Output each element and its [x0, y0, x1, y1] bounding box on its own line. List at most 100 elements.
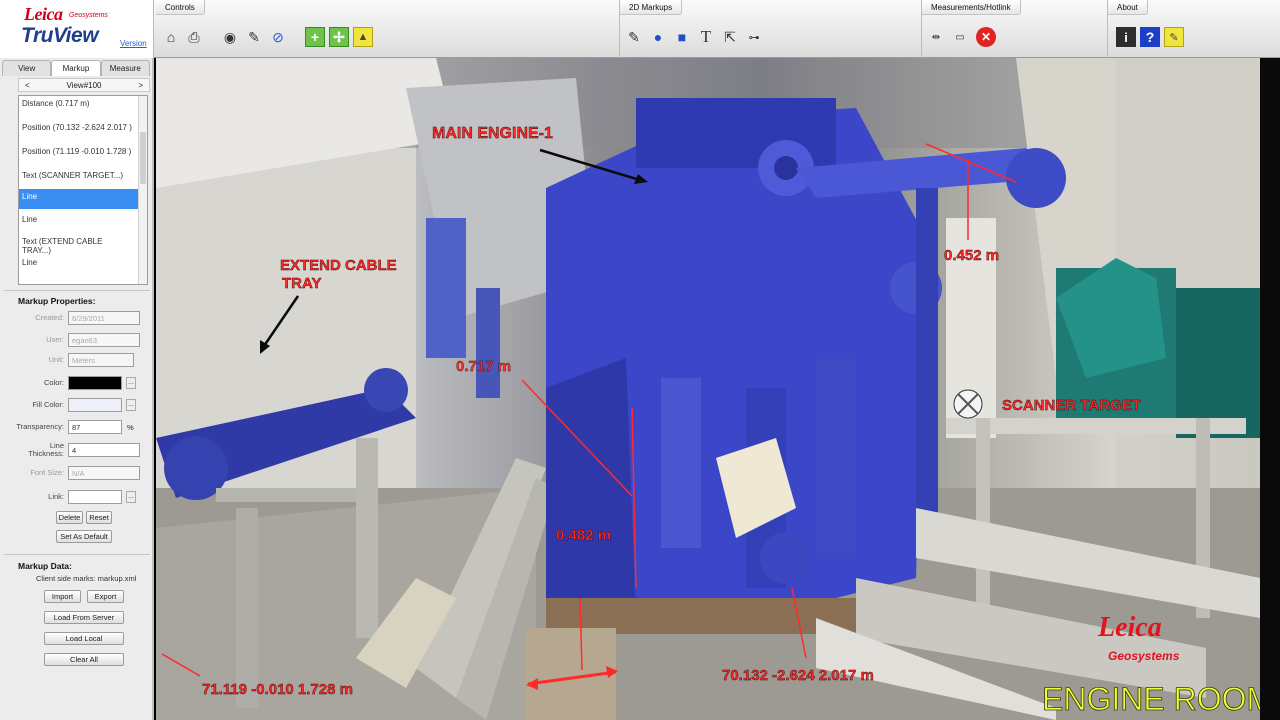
rectangle-icon[interactable]: ■: [672, 27, 692, 47]
markup-properties-title: Markup Properties:: [18, 296, 96, 306]
user-label: User:: [46, 335, 64, 344]
thickness-label: Line Thickness:: [28, 441, 64, 458]
unit-select[interactable]: Meters: [68, 353, 134, 367]
transparency-label: Transparency:: [16, 422, 64, 431]
ellipse-icon[interactable]: ●: [648, 27, 668, 47]
list-item[interactable]: Text (SCANNER TARGET...): [19, 159, 147, 183]
link-browse-button[interactable]: …: [126, 491, 136, 503]
position-left-label[interactable]: 71.119 -0.010 1.728 m: [202, 681, 353, 698]
color-swatch[interactable]: [68, 376, 122, 390]
leica-brand-text: Leica: [24, 4, 63, 24]
list-item[interactable]: Position (70.132 -2.624 2.017 ): [19, 111, 147, 135]
home-icon[interactable]: ⌂: [161, 27, 181, 47]
prev-view-button[interactable]: <: [19, 81, 36, 90]
list-item[interactable]: Line: [19, 209, 147, 227]
tab-view[interactable]: View: [2, 60, 52, 76]
edit-icon[interactable]: ✎: [244, 27, 264, 47]
link-icon[interactable]: ⇱: [720, 27, 740, 47]
import-button[interactable]: Import: [44, 590, 81, 603]
reset-button[interactable]: Reset: [86, 511, 112, 524]
app-logo: Leica Geosystems TruView Version: [0, 0, 154, 58]
measurements-title: Measurements/Hotlink: [922, 0, 1021, 15]
help-icon[interactable]: ?: [1140, 27, 1160, 47]
fill-color-picker-button[interactable]: …: [126, 399, 136, 411]
link-label: Link:: [48, 492, 64, 501]
markups-group: 2D Markups ✎ ● ■ T ⇱ ⊶: [620, 0, 922, 58]
distance-0717-label[interactable]: 0.717 m: [456, 358, 511, 375]
about-group: About i ? ✎: [1108, 0, 1280, 58]
list-item[interactable]: Distance (0.717 m): [19, 96, 147, 111]
tray-label[interactable]: TRAY: [282, 275, 322, 292]
fill-color-swatch[interactable]: [68, 398, 122, 412]
load-local-button[interactable]: Load Local: [44, 632, 124, 645]
extend-cable-label[interactable]: EXTEND CABLE: [280, 257, 397, 274]
engine-room-caption: ENGINE ROOM: [1042, 681, 1260, 717]
user-field: egan63: [68, 333, 140, 347]
zoom-in-icon[interactable]: +: [305, 27, 325, 47]
divider: [4, 290, 150, 291]
thickness-row: Line Thickness: 4: [8, 442, 148, 458]
distance-0482-label[interactable]: 0.482 m: [556, 527, 611, 544]
delete-button[interactable]: Delete: [56, 511, 83, 524]
lock-icon[interactable]: ▲: [353, 27, 373, 47]
list-item[interactable]: Position (71.119 -0.010 1.728 ): [19, 135, 147, 159]
measurements-group: Measurements/Hotlink ⇹ ▭ ✕: [922, 0, 1108, 58]
fill-color-row: Fill Color: …: [8, 397, 148, 413]
zoom-fit-icon[interactable]: ✢: [329, 27, 349, 47]
controls-title: Controls: [156, 0, 205, 15]
tab-measure[interactable]: Measure: [100, 60, 150, 76]
main-engine-label[interactable]: MAIN ENGINE-1: [432, 125, 553, 142]
sidebar-tabs: View Markup Measure: [2, 60, 150, 76]
transparency-unit: %: [127, 422, 134, 432]
clear-all-button[interactable]: Clear All: [44, 653, 124, 666]
next-view-button[interactable]: >: [132, 81, 149, 90]
fill-color-label: Fill Color:: [32, 400, 64, 409]
markup-list[interactable]: Distance (0.717 m) Position (70.132 -2.6…: [18, 95, 148, 285]
divider: [4, 554, 150, 555]
measure-icon[interactable]: ▭: [950, 27, 970, 47]
product-name: TruView: [21, 24, 99, 47]
panorama-viewport[interactable]: MAIN ENGINE-1 EXTEND CABLE TRAY 0.717 m …: [156, 58, 1260, 720]
markup-sidebar: View Markup Measure < View#100 > Distanc…: [0, 58, 154, 720]
export-button[interactable]: Export: [87, 590, 124, 603]
clear-icon[interactable]: ✕: [976, 27, 996, 47]
eye-icon[interactable]: ◉: [220, 27, 240, 47]
thickness-input[interactable]: 4: [68, 443, 140, 457]
view-label: View#100: [66, 80, 102, 90]
distance-icon[interactable]: ⇹: [926, 27, 946, 47]
version-link[interactable]: Version: [120, 39, 147, 48]
list-scrollbar[interactable]: [138, 96, 147, 284]
info-icon[interactable]: i: [1116, 27, 1136, 47]
list-item[interactable]: Text (EXTEND CABLE TRAY...): [19, 227, 147, 258]
unit-label: Unit:: [48, 355, 64, 364]
note-icon[interactable]: ✎: [1164, 27, 1184, 47]
scanner-target-label[interactable]: SCANNER TARGET: [1002, 397, 1141, 414]
text-icon[interactable]: T: [696, 27, 716, 47]
load-from-server-button[interactable]: Load From Server: [44, 611, 124, 624]
right-edge-bar: [1260, 58, 1280, 720]
link-input[interactable]: [68, 490, 122, 504]
tab-markup[interactable]: Markup: [51, 60, 101, 76]
color-row: Color: …: [8, 375, 148, 391]
leica-watermark-sub: Geosystems: [1108, 649, 1180, 663]
pen-icon[interactable]: ✎: [624, 27, 644, 47]
set-default-button[interactable]: Set As Default: [56, 530, 112, 543]
unit-row: Unit: Meters: [8, 352, 148, 368]
scene-canvas[interactable]: MAIN ENGINE-1 EXTEND CABLE TRAY 0.717 m …: [156, 58, 1260, 720]
markups-title: 2D Markups: [620, 0, 683, 15]
distance-0452-label[interactable]: 0.452 m: [944, 247, 999, 264]
leica-watermark-brand: Leica: [1097, 612, 1162, 643]
print-icon[interactable]: ⎙: [184, 27, 204, 47]
point-icon[interactable]: ⊶: [744, 27, 764, 47]
list-item[interactable]: Line: [19, 258, 147, 270]
list-item-selected[interactable]: Line: [19, 189, 147, 209]
font-size-row: Font Size: N/A: [8, 465, 148, 481]
font-size-label: Font Size:: [30, 468, 64, 477]
transparency-input[interactable]: 87: [68, 420, 122, 434]
controls-group: Controls ⌂ ⎙ ◉ ✎ ⊘ + ✢ ▲: [156, 0, 620, 58]
navigate-icon[interactable]: ⊘: [268, 27, 288, 47]
created-field: 6/29/2011: [68, 311, 140, 325]
position-right-label[interactable]: 70.132 -2.624 2.017 m: [722, 667, 874, 684]
color-picker-button[interactable]: …: [126, 377, 136, 389]
scrollbar-thumb[interactable]: [140, 132, 146, 184]
